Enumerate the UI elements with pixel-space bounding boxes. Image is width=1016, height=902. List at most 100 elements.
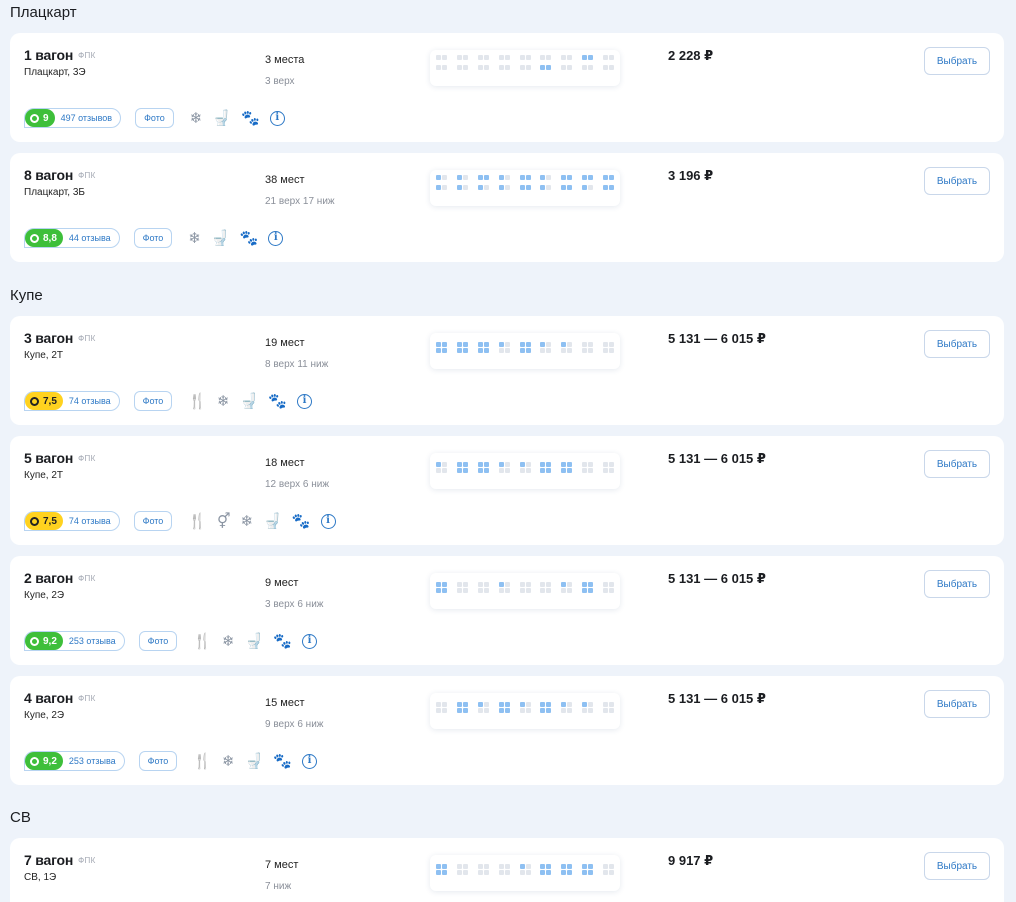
photo-button[interactable]: Фото [135,108,174,128]
food-icon[interactable]: 🍴 [193,754,212,769]
seat-scheme[interactable] [430,573,620,609]
compartment[interactable] [498,55,510,60]
info-icon[interactable]: i [269,110,285,126]
compartment[interactable] [582,55,594,60]
compartment[interactable] [519,864,531,875]
compartment[interactable] [561,462,573,473]
compartment[interactable] [561,342,573,353]
compartment[interactable] [540,185,552,190]
no-pets-icon[interactable]: 🐾 [241,111,260,126]
food-icon[interactable]: 🍴 [188,394,207,409]
select-button[interactable]: Выбрать [924,570,990,598]
compartment[interactable] [498,342,510,353]
compartment[interactable] [540,702,552,713]
compartment[interactable] [498,65,510,70]
seat-scheme[interactable] [430,50,620,86]
compartment[interactable] [477,342,489,353]
compartment[interactable] [456,702,468,713]
seat-scheme[interactable] [430,170,620,206]
info-icon[interactable]: i [296,393,312,409]
compartment[interactable] [477,55,489,60]
select-button[interactable]: Выбрать [924,330,990,358]
food-icon[interactable]: 🍴 [188,514,207,529]
compartment[interactable] [582,864,594,875]
info-icon[interactable]: i [301,753,317,769]
compartment[interactable] [561,175,573,180]
compartment[interactable] [603,462,614,473]
pets-icon[interactable]: 🐾 [273,634,292,649]
compartment[interactable] [436,65,447,70]
compartment[interactable] [519,55,531,60]
compartment[interactable] [603,582,614,593]
select-button[interactable]: Выбрать [924,167,990,195]
compartment[interactable] [540,65,552,70]
compartment[interactable] [519,175,531,180]
compartment[interactable] [477,582,489,593]
compartment[interactable] [436,582,447,593]
compartment[interactable] [498,702,510,713]
select-button[interactable]: Выбрать [924,690,990,718]
snowflake-icon[interactable]: ❄ [217,394,230,409]
snowflake-icon[interactable]: ❄ [190,111,203,126]
compartment[interactable] [582,342,594,353]
compartment[interactable] [456,65,468,70]
photo-button[interactable]: Фото [138,751,178,771]
pets-icon[interactable]: 🐾 [240,231,259,246]
compartment[interactable] [456,55,468,60]
reviews-link[interactable]: 253 отзыва [69,636,116,646]
compartment[interactable] [582,175,594,180]
reviews-link[interactable]: 74 отзыва [69,516,111,526]
toilet-icon[interactable]: 🚽 [240,394,259,409]
gender-icon[interactable]: ⚥ [217,514,231,529]
seat-scheme[interactable] [430,693,620,729]
reviews-link[interactable]: 497 отзывов [61,113,113,123]
compartment[interactable] [561,582,573,593]
info-icon[interactable]: i [268,230,284,246]
compartment[interactable] [477,175,489,180]
compartment[interactable] [540,55,552,60]
compartment[interactable] [477,65,489,70]
compartment[interactable] [603,65,614,70]
pets-icon[interactable]: 🐾 [273,754,292,769]
compartment[interactable] [498,175,510,180]
compartment[interactable] [540,175,552,180]
compartment[interactable] [582,65,594,70]
select-button[interactable]: Выбрать [924,852,990,880]
compartment[interactable] [436,864,447,875]
compartment[interactable] [436,462,447,473]
toilet-icon[interactable]: 🚽 [212,111,231,126]
photo-button[interactable]: Фото [133,228,173,248]
compartment[interactable] [519,462,531,473]
reviews-link[interactable]: 74 отзыва [69,396,111,406]
no-pets-icon[interactable]: 🐾 [268,394,287,409]
compartment[interactable] [456,582,468,593]
rating-pill[interactable]: 9,2 253 отзыва [24,751,125,771]
compartment[interactable] [436,55,447,60]
compartment[interactable] [603,55,614,60]
compartment[interactable] [477,462,489,473]
snowflake-icon[interactable]: ❄ [222,754,235,769]
reviews-link[interactable]: 44 отзыва [69,233,111,243]
compartment[interactable] [540,582,552,593]
toilet-icon[interactable]: 🚽 [245,754,264,769]
rating-pill[interactable]: 9,2 253 отзыва [24,631,125,651]
compartment[interactable] [436,702,447,713]
compartment[interactable] [477,702,489,713]
toilet-icon[interactable]: 🚽 [245,634,264,649]
photo-button[interactable]: Фото [138,631,178,651]
compartment[interactable] [519,185,531,190]
compartment[interactable] [603,185,614,190]
compartment[interactable] [561,55,573,60]
rating-pill[interactable]: 7,5 74 отзыва [24,391,120,411]
compartment[interactable] [519,582,531,593]
compartment[interactable] [582,582,594,593]
no-pets-icon[interactable]: 🐾 [292,514,311,529]
compartment[interactable] [561,702,573,713]
compartment[interactable] [477,185,489,190]
compartment[interactable] [540,462,552,473]
info-icon[interactable]: i [301,633,317,649]
compartment[interactable] [456,864,468,875]
compartment[interactable] [540,342,552,353]
food-icon[interactable]: 🍴 [193,634,212,649]
compartment[interactable] [603,175,614,180]
